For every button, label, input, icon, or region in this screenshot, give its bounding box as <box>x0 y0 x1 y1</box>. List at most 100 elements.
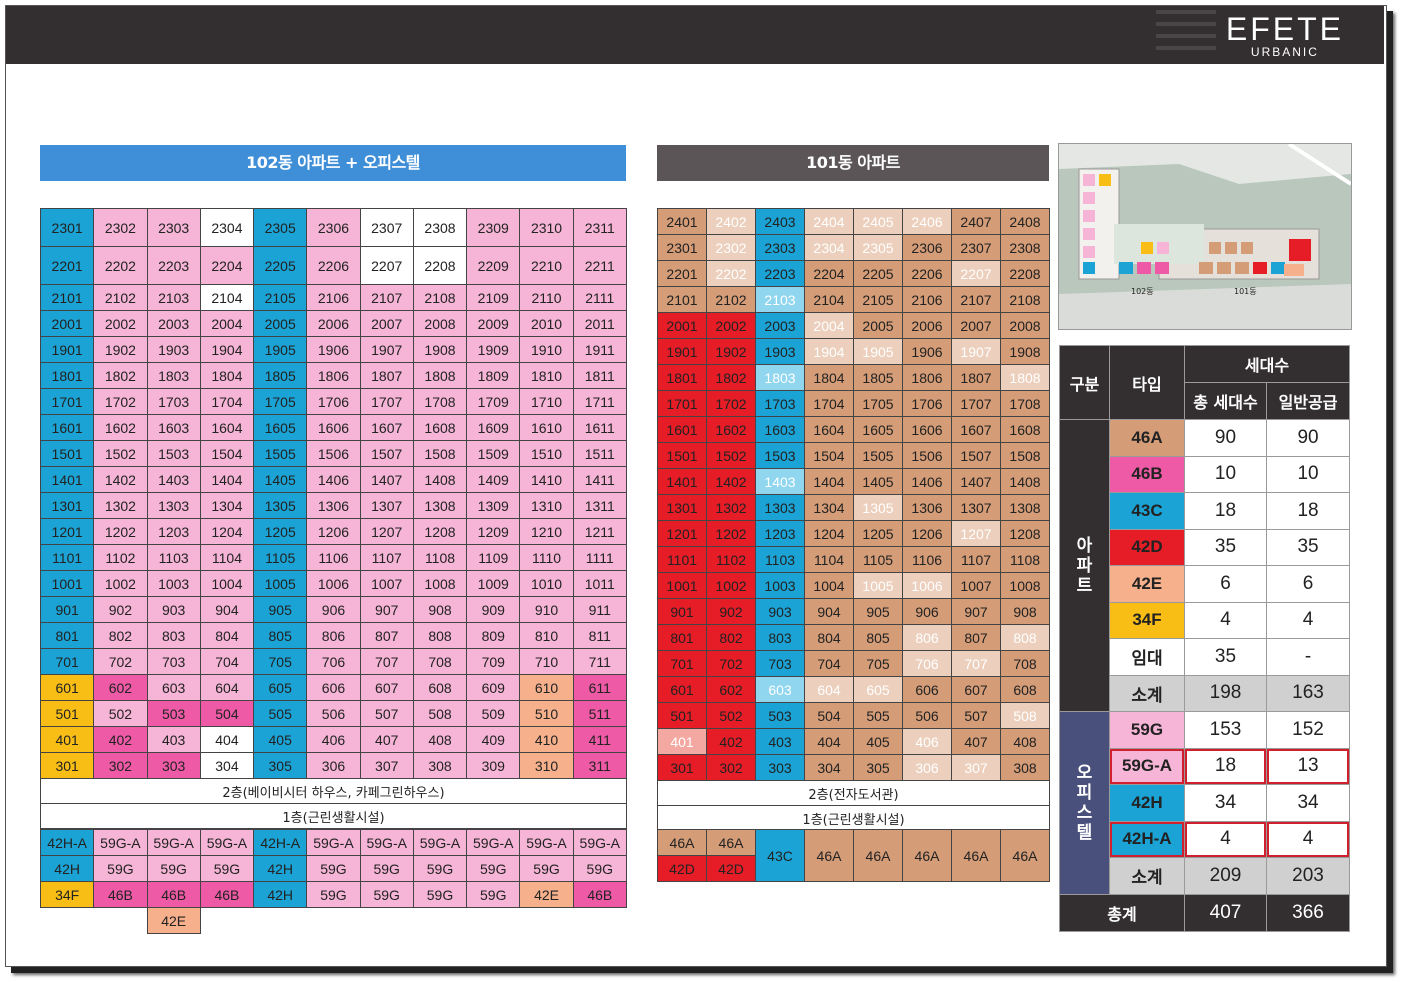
type-cell-101: 43C <box>755 829 805 882</box>
unit-cell-102: 1001 <box>39 570 95 597</box>
unit-cell-101: 1506 <box>902 442 952 469</box>
general-count: 34 <box>1265 784 1351 822</box>
unit-cell-101: 1501 <box>657 442 707 469</box>
unit-cell-102: 1907 <box>359 336 414 363</box>
unit-cell-101: 1504 <box>804 442 854 469</box>
unit-cell-101: 408 <box>1000 728 1050 755</box>
unit-cell-102: 1309 <box>466 492 521 519</box>
unit-cell-102: 2011 <box>572 310 627 337</box>
unit-cell-101: 705 <box>853 650 903 677</box>
unit-cell-102: 1604 <box>199 414 255 441</box>
unit-cell-102: 1705 <box>253 388 308 415</box>
type-cell-102 <box>253 907 307 934</box>
unit-cell-101: 707 <box>951 650 1001 677</box>
unit-cell-102: 1106 <box>306 544 361 571</box>
type-cell-102: 59G <box>412 855 468 882</box>
unit-cell-102: 1205 <box>253 518 308 545</box>
unit-cell-101: 1505 <box>853 442 903 469</box>
unit-cell-102: 1701 <box>39 388 95 415</box>
unit-cell-101: 506 <box>902 702 952 729</box>
unit-cell-102: 1111 <box>572 544 627 571</box>
unit-cell-101: 1003 <box>755 572 805 599</box>
unit-cell-102: 1210 <box>519 518 574 545</box>
unit-cell-102: 2201 <box>39 246 95 285</box>
unit-cell-102: 1002 <box>93 570 148 597</box>
decor-stripe <box>1156 22 1216 26</box>
unit-cell-101: 2008 <box>1000 312 1050 339</box>
unit-cell-101: 808 <box>1000 624 1050 651</box>
unit-cell-101: 2302 <box>706 234 756 261</box>
unit-cell-101: 1107 <box>951 546 1001 573</box>
unit-cell-102: 2109 <box>466 284 521 311</box>
unit-cell-102: 2207 <box>359 246 414 285</box>
type-cell-102: 46B <box>199 881 255 908</box>
unit-cell-101: 2207 <box>951 260 1001 287</box>
building-101-unit-grid: 2401 2402 2403 2404 2405 2406 2407 2408 2301 2302… <box>657 208 1050 831</box>
header-general: 일반공급 <box>1265 382 1351 420</box>
general-count: 35 <box>1265 528 1351 566</box>
unit-cell-101: 608 <box>1000 676 1050 703</box>
top-bar: EFETE URBANIC <box>6 6 1384 64</box>
unit-cell-102: 1207 <box>359 518 414 545</box>
unit-cell-102: 1911 <box>572 336 627 363</box>
unit-cell-101: 2005 <box>853 312 903 339</box>
unit-cell-102: 1606 <box>306 414 361 441</box>
total-count: 18 <box>1184 492 1267 530</box>
type-label: 42H <box>1109 784 1185 822</box>
unit-cell-102: 1402 <box>93 466 148 493</box>
unit-cell-102: 1909 <box>466 336 521 363</box>
unit-cell-102: 1801 <box>39 362 95 389</box>
general-count: 10 <box>1265 455 1351 493</box>
unit-cell-102: 711 <box>572 648 627 675</box>
building-102-lower-floors: 42H-A 59G-A 59G-A 59G-A 42H-A 59G-A 59G-A 59G-A… <box>39 829 627 934</box>
unit-cell-101: 302 <box>706 754 756 781</box>
unit-cell-102: 1401 <box>39 466 95 493</box>
unit-cell-101: 1602 <box>706 416 756 443</box>
unit-cell-102: 1201 <box>39 518 95 545</box>
type-cell-101: 42D <box>706 855 756 882</box>
unit-cell-102: 504 <box>199 700 255 727</box>
unit-cell-101: 1905 <box>853 338 903 365</box>
unit-cell-102: 1505 <box>253 440 308 467</box>
unit-cell-102: 303 <box>146 752 201 779</box>
unit-cell-101: 2104 <box>804 286 854 313</box>
unit-cell-102: 908 <box>412 596 468 623</box>
unit-cell-102: 1410 <box>519 466 574 493</box>
unit-cell-102: 304 <box>199 752 255 779</box>
unit-cell-101: 1807 <box>951 364 1001 391</box>
floor-note: 1층(근린생활시설) <box>40 803 627 829</box>
type-cell-102: 59G-A <box>359 829 414 856</box>
unit-cell-101: 1408 <box>1000 468 1050 495</box>
site-plan-image: 102동 101동 <box>1058 143 1352 330</box>
unit-cell-101: 902 <box>706 598 756 625</box>
unit-cell-101: 301 <box>657 754 707 781</box>
unit-cell-101: 806 <box>902 624 952 651</box>
unit-cell-102: 1005 <box>253 570 308 597</box>
unit-cell-101: 1104 <box>804 546 854 573</box>
unit-cell-101: 1405 <box>853 468 903 495</box>
unit-cell-101: 807 <box>951 624 1001 651</box>
unit-cell-102: 309 <box>466 752 521 779</box>
unit-cell-101: 1102 <box>706 546 756 573</box>
unit-cell-101: 1205 <box>853 520 903 547</box>
unit-cell-101: 803 <box>755 624 805 651</box>
unit-cell-101: 1503 <box>755 442 805 469</box>
unit-cell-101: 1605 <box>853 416 903 443</box>
unit-cell-102: 1310 <box>519 492 574 519</box>
unit-cell-101: 901 <box>657 598 707 625</box>
unit-cell-101: 1303 <box>755 494 805 521</box>
unit-cell-102: 1008 <box>412 570 468 597</box>
unit-cell-101: 1008 <box>1000 572 1050 599</box>
unit-cell-102: 702 <box>93 648 148 675</box>
unit-cell-101: 701 <box>657 650 707 677</box>
unit-cell-101: 1801 <box>657 364 707 391</box>
unit-cell-102: 805 <box>253 622 308 649</box>
total-count: 90 <box>1184 419 1267 457</box>
unit-cell-101: 305 <box>853 754 903 781</box>
unit-cell-102: 2309 <box>466 208 521 247</box>
type-cell-102: 59G <box>199 855 255 882</box>
unit-cell-102: 1408 <box>412 466 468 493</box>
unit-cell-102: 1508 <box>412 440 468 467</box>
decor-stripe <box>1156 46 1216 50</box>
unit-cell-102: 1608 <box>412 414 468 441</box>
